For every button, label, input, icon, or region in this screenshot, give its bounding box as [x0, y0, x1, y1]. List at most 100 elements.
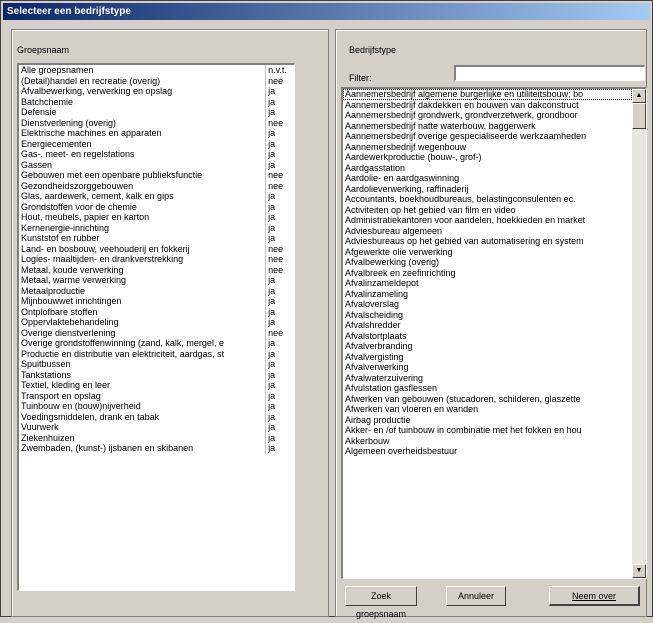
dialog-window: Selecteer een bedrijfstype Groepsnaam Al…: [0, 0, 653, 619]
group-name: Logies- maaltijden- en drankverstrekking: [21, 254, 184, 264]
group-name: Grondstoffen voor de chemie: [21, 201, 137, 212]
group-row[interactable]: Gebouwen met een openbare publieksfuncti…: [19, 170, 294, 181]
group-flag: ja: [265, 96, 294, 107]
group-row[interactable]: Metaal, koude verwerking nee: [19, 264, 294, 275]
type-row[interactable]: Aannemersbedrijf grondwerk, grondverzetw…: [343, 110, 632, 121]
type-row[interactable]: Afvalinzameling: [343, 289, 632, 300]
type-row[interactable]: Akker- en /of tuinbouw in combinatie met…: [343, 425, 632, 436]
type-row[interactable]: Aardewerkproductie (bouw-, grof-): [343, 152, 632, 163]
type-row[interactable]: Accountants, boekhoudbureaus, belastingc…: [343, 194, 632, 205]
group-row[interactable]: Gas-, meet- en regelstations ja: [19, 149, 294, 160]
type-scrollbar[interactable]: ▲ ▼: [632, 89, 646, 578]
scroll-up-icon[interactable]: ▲: [632, 89, 646, 103]
group-flag: ja: [265, 138, 294, 149]
group-row[interactable]: Metaalproductie ja: [19, 285, 294, 296]
type-row[interactable]: Afvaloverslag: [343, 299, 632, 310]
type-row[interactable]: Afvalverwerking: [343, 362, 632, 373]
group-name: Batchchemie: [21, 96, 74, 107]
group-row[interactable]: Logies- maaltijden- en drankverstrekking…: [19, 254, 294, 265]
group-row[interactable]: Voedingsmiddelen, drank en tabak ja: [19, 411, 294, 422]
group-row[interactable]: Kunststof en rubber ja: [19, 233, 294, 244]
type-row[interactable]: Aannemersbedrijf algemene burgerlijke en…: [343, 89, 632, 100]
group-row[interactable]: Zwembaden, (kunst-) ijsbanen en skibanen…: [19, 443, 294, 454]
group-name: Land- en bosbouw, veehouderij en fokkeri…: [21, 243, 190, 254]
group-row[interactable]: Textiel, kleding en leer ja: [19, 380, 294, 391]
group-row[interactable]: Transport en opslag ja: [19, 390, 294, 401]
group-row[interactable]: Oppervlaktebehandeling ja: [19, 317, 294, 328]
type-row[interactable]: Aardolie- en aardgaswinning: [343, 173, 632, 184]
type-row[interactable]: Afvalscheiding: [343, 310, 632, 321]
group-row[interactable]: Tuinbouw en (bouw)nijverheid ja: [19, 401, 294, 412]
type-row[interactable]: Aannemersbedrijf overige gespecialiseerd…: [343, 131, 632, 142]
group-row[interactable]: Tankstations ja: [19, 369, 294, 380]
group-flag: ja: [265, 159, 294, 170]
type-row[interactable]: Algemeen overheidsbestuur: [343, 446, 632, 457]
group-row[interactable]: Gassen ja: [19, 159, 294, 170]
type-row[interactable]: Aannemersbedrijf wegenbouw: [343, 142, 632, 153]
group-row[interactable]: Glas, aardewerk, cement, kalk en gips ja: [19, 191, 294, 202]
group-name: Productie en distributie van elektricite…: [21, 348, 225, 359]
group-row[interactable]: Ontplofbare stoffen ja: [19, 306, 294, 317]
type-row[interactable]: Afvalshredder: [343, 320, 632, 331]
type-row[interactable]: Afvalwaterzuivering: [343, 373, 632, 384]
type-list[interactable]: Aannemersbedrijf algemene burgerlijke en…: [341, 87, 647, 579]
group-row[interactable]: Productie en distributie van elektricite…: [19, 348, 294, 359]
scroll-down-icon[interactable]: ▼: [632, 564, 646, 578]
type-row[interactable]: Aannemersbedrijf natte waterbouw, bagger…: [343, 121, 632, 132]
group-name: Metaal, koude verwerking: [21, 264, 124, 275]
group-row[interactable]: Elektrische machines en apparaten ja: [19, 128, 294, 139]
type-row[interactable]: Afvalbewerking (overig): [343, 257, 632, 268]
type-row[interactable]: Aardolieverwerking, raffinaderij: [343, 184, 632, 195]
group-row[interactable]: Mijnbouwwet inrichtingen ja: [19, 296, 294, 307]
group-row[interactable]: Overige grondstoffenwinning (zand, kalk,…: [19, 338, 294, 349]
scroll-thumb[interactable]: [632, 103, 646, 129]
filter-input[interactable]: [454, 65, 645, 81]
type-row[interactable]: Afvalverbranding: [343, 341, 632, 352]
group-flag: nee: [265, 170, 294, 181]
group-row[interactable]: Hout, meubels, papier en karton ja: [19, 212, 294, 223]
type-row[interactable]: Afvalstortplaats: [343, 331, 632, 342]
group-row[interactable]: Alle groepsnamen n.v.t.: [19, 65, 294, 76]
group-name: Ziekenhuizen: [21, 432, 75, 443]
group-row[interactable]: Batchchemie ja: [19, 96, 294, 107]
group-flag: nee: [265, 180, 294, 191]
type-row[interactable]: Afvalbreek en zeefinrichting: [343, 268, 632, 279]
type-row[interactable]: Afgewerkte olie verwerking: [343, 247, 632, 258]
type-row[interactable]: Afvalvergisting: [343, 352, 632, 363]
ok-button[interactable]: Neem over: [549, 586, 640, 606]
cancel-button[interactable]: Annuleer: [446, 586, 506, 606]
type-row[interactable]: Activiteiten op het gebied van film en v…: [343, 205, 632, 216]
group-row[interactable]: (Detail)handel en recreatie (overig) nee: [19, 75, 294, 86]
group-row[interactable]: Energiecementen ja: [19, 138, 294, 149]
group-row[interactable]: Grondstoffen voor de chemie ja: [19, 201, 294, 212]
type-row[interactable]: Adviesbureau algemeen: [343, 226, 632, 237]
type-row[interactable]: Akkerbouw: [343, 436, 632, 447]
type-row[interactable]: Administratiekantoren voor aandelen, hoe…: [343, 215, 632, 226]
type-row[interactable]: Aardgasstation: [343, 163, 632, 174]
group-row[interactable]: Vuurwerk ja: [19, 422, 294, 433]
type-row[interactable]: Aannemersbedrijf dakdekken en bouwen van…: [343, 100, 632, 111]
type-row[interactable]: Afwerken van vloeren en wanden: [343, 404, 632, 415]
group-name: Hout, meubels, papier en karton: [21, 212, 150, 222]
group-row[interactable]: Gezondheidszorggebouwen nee: [19, 180, 294, 191]
type-row[interactable]: Airbag productie: [343, 415, 632, 426]
type-row[interactable]: Afwerken van gebouwen (stucadoren, schil…: [343, 394, 632, 405]
group-row[interactable]: Spuitbussen ja: [19, 359, 294, 370]
group-row[interactable]: Kernenergie-inrichting ja: [19, 222, 294, 233]
type-row[interactable]: Afvalinzameldepot: [343, 278, 632, 289]
group-name: Gezondheidszorggebouwen: [21, 180, 134, 191]
group-row[interactable]: Overige dienstverlening nee: [19, 327, 294, 338]
group-row[interactable]: Metaal, warme verwerking ja: [19, 275, 294, 286]
group-row[interactable]: Dienstverlening (overig) nee: [19, 117, 294, 128]
type-row[interactable]: Adviesbureaus op het gebied van automati…: [343, 236, 632, 247]
group-flag: nee: [265, 264, 294, 275]
search-group-button[interactable]: Zoek groepsnaam: [345, 586, 417, 619]
group-name: Textiel, kleding en leer: [21, 380, 111, 390]
type-row[interactable]: Afvulstation gasflessen: [343, 383, 632, 394]
group-row[interactable]: Ziekenhuizen ja: [19, 432, 294, 443]
group-list[interactable]: Alle groepsnamen n.v.t. (Detail)handel en …: [17, 63, 295, 591]
group-row[interactable]: Defensie ja: [19, 107, 294, 118]
group-name: Overige grondstoffenwinning (zand, kalk,…: [21, 338, 224, 348]
group-row[interactable]: Afvalbewerking, verwerking en opslag ja: [19, 86, 294, 97]
group-row[interactable]: Land- en bosbouw, veehouderij en fokkeri…: [19, 243, 294, 254]
